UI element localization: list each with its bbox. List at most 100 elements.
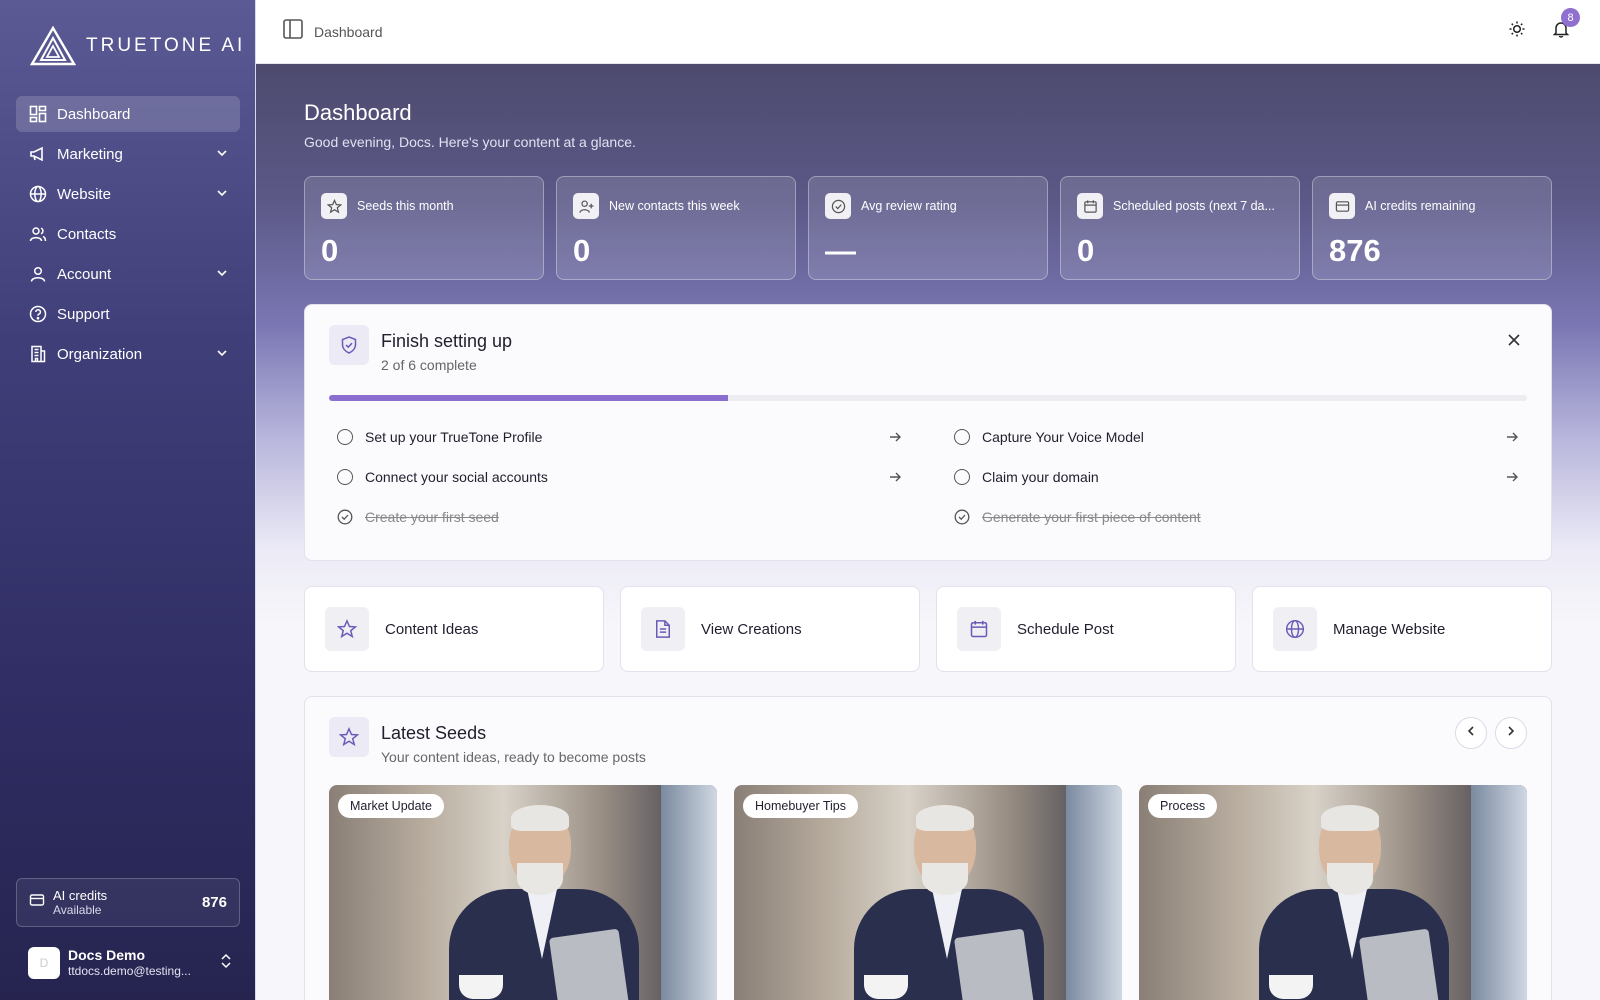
task-create-first-seed: Create your first seed (329, 497, 910, 537)
brand-logo[interactable]: TRUETONE AI (30, 26, 245, 66)
photo-window (1471, 785, 1527, 1000)
sidebar-item-dashboard[interactable]: Dashboard (16, 96, 240, 132)
calendar-icon (1077, 193, 1103, 219)
calendar-icon (957, 607, 1001, 651)
star-icon (325, 607, 369, 651)
task-label: Create your first seed (365, 509, 499, 525)
schedule-post-button[interactable]: Schedule Post (936, 586, 1236, 672)
task-label: Generate your first piece of content (982, 509, 1201, 525)
user-email: ttdocs.demo@testing... (68, 964, 191, 978)
stat-label: New contacts this week (609, 199, 740, 213)
sidebar-item-organization[interactable]: Organization (16, 336, 240, 372)
sidebar: TRUETONE AI Dashboard Marketing Website (0, 0, 256, 1000)
chevron-down-icon[interactable] (216, 146, 228, 163)
page-title: Dashboard (304, 100, 412, 125)
seed-category-tag: Market Update (338, 794, 444, 818)
close-icon[interactable] (1507, 333, 1521, 352)
stat-card-scheduled-posts: Scheduled posts (next 7 da... 0 (1060, 176, 1300, 280)
photo-hair (511, 805, 569, 831)
sidebar-item-marketing[interactable]: Marketing (16, 136, 240, 172)
chevrons-up-down-icon (220, 953, 232, 974)
stat-label: Avg review rating (861, 199, 957, 213)
seed-card[interactable]: Homebuyer Tips (734, 785, 1122, 1000)
stat-value: — (825, 233, 856, 268)
stats-row: Seeds this month 0 New contacts this wee… (304, 176, 1552, 280)
stat-card-new-contacts: New contacts this week 0 (556, 176, 796, 280)
setup-checklist-card: Finish setting up 2 of 6 complete Set up… (304, 304, 1552, 561)
chevron-down-icon[interactable] (216, 346, 228, 363)
notifications-button[interactable]: 8 (1552, 8, 1580, 43)
sidebar-item-support[interactable]: Support (16, 296, 240, 332)
view-creations-button[interactable]: View Creations (620, 586, 920, 672)
photo-beard (517, 863, 563, 895)
sidebar-item-website[interactable]: Website (16, 176, 240, 212)
chevron-down-icon[interactable] (216, 266, 228, 283)
photo-tablet (1358, 928, 1442, 1000)
truetone-logo-icon (30, 26, 76, 66)
sidebar-item-label: Support (57, 305, 110, 323)
credit-card-icon (29, 892, 45, 913)
setup-title: Finish setting up (381, 331, 513, 351)
sidebar-item-contacts[interactable]: Contacts (16, 216, 240, 252)
photo-tablet (953, 928, 1037, 1000)
carousel-next-button[interactable] (1495, 717, 1527, 749)
action-label: Content Ideas (385, 620, 479, 638)
circle-icon (954, 469, 970, 485)
sidebar-toggle-icon[interactable] (282, 18, 304, 45)
chevron-left-icon (1465, 724, 1477, 742)
sidebar-nav: Dashboard Marketing Website Contacts Acc… (16, 96, 240, 376)
chevron-right-icon (1505, 724, 1517, 742)
stat-value: 0 (1077, 233, 1095, 268)
ai-credits-sublabel: Available (53, 902, 102, 917)
photo-tablet (548, 928, 632, 1000)
help-circle-icon (28, 304, 48, 324)
carousel-prev-button[interactable] (1455, 717, 1487, 749)
action-label: Schedule Post (1017, 620, 1114, 638)
stat-label: Scheduled posts (next 7 da... (1113, 199, 1275, 213)
photo-cup (459, 975, 503, 999)
task-claim-domain[interactable]: Claim your domain (946, 457, 1527, 497)
action-label: View Creations (701, 620, 802, 638)
task-connect-social[interactable]: Connect your social accounts (329, 457, 910, 497)
user-menu[interactable]: D Docs Demo ttdocs.demo@testing... (28, 942, 232, 984)
seed-category-tag: Homebuyer Tips (743, 794, 859, 818)
content-ideas-button[interactable]: Content Ideas (304, 586, 604, 672)
brand-name: TRUETONE AI (86, 35, 246, 56)
theme-toggle-sun-icon[interactable] (1508, 20, 1526, 43)
circle-icon (337, 469, 353, 485)
sidebar-item-label: Website (57, 185, 111, 203)
credit-card-icon (1329, 193, 1355, 219)
page-subtitle: Good evening, Docs. Here's your content … (304, 134, 636, 150)
arrow-right-icon (888, 470, 902, 487)
seeds-subtitle: Your content ideas, ready to become post… (381, 749, 646, 765)
sidebar-item-label: Account (57, 265, 112, 283)
stat-card-avg-review: Avg review rating — (808, 176, 1048, 280)
stat-label: Seeds this month (357, 199, 454, 213)
seed-card[interactable]: Process (1139, 785, 1527, 1000)
task-capture-voice-model[interactable]: Capture Your Voice Model (946, 417, 1527, 457)
seed-card[interactable]: Market Update (329, 785, 717, 1000)
top-bar: Dashboard 8 (256, 0, 1600, 64)
stat-card-seeds: Seeds this month 0 (304, 176, 544, 280)
setup-progress-bar (329, 395, 1527, 401)
task-setup-profile[interactable]: Set up your TrueTone Profile (329, 417, 910, 457)
users-icon (28, 224, 48, 244)
dashboard-icon (28, 104, 48, 124)
check-circle-icon (337, 509, 353, 525)
seed-category-tag: Process (1148, 794, 1218, 818)
photo-cup (864, 975, 908, 999)
chevron-down-icon[interactable] (216, 186, 228, 203)
sidebar-item-label: Organization (57, 345, 143, 363)
globe-icon (1273, 607, 1317, 651)
photo-hair (916, 805, 974, 831)
breadcrumb[interactable]: Dashboard (314, 24, 383, 40)
manage-website-button[interactable]: Manage Website (1252, 586, 1552, 672)
user-plus-icon (573, 193, 599, 219)
task-generate-first-content: Generate your first piece of content (946, 497, 1527, 537)
quick-actions: Content Ideas View Creations Schedule Po… (304, 586, 1552, 672)
ai-credits-panel[interactable]: AI credits Available 876 (16, 878, 240, 927)
sidebar-item-account[interactable]: Account (16, 256, 240, 292)
ai-credits-value: 876 (201, 894, 227, 911)
building-icon (28, 344, 48, 364)
action-label: Manage Website (1333, 620, 1446, 638)
